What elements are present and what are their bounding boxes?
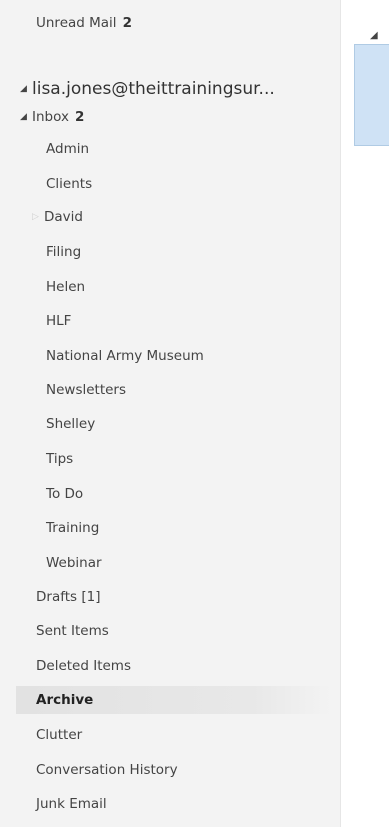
- sidebar-item-webinar[interactable]: Webinar: [0, 549, 340, 577]
- folder-label: Tips: [46, 451, 74, 467]
- folder-label: Junk Email: [36, 796, 107, 812]
- folder-label: Shelley: [46, 416, 96, 432]
- folder-label: HLF: [46, 313, 72, 329]
- expanded-triangle-icon[interactable]: ◢: [20, 84, 32, 94]
- unread-mail-label: Unread Mail: [36, 15, 117, 31]
- sidebar-item-training[interactable]: Training: [0, 514, 340, 542]
- folder-label: Sent Items: [36, 623, 109, 639]
- folder-label: Helen: [46, 279, 86, 295]
- expanded-triangle-icon[interactable]: ◢: [20, 112, 32, 122]
- sidebar-item-conversation-history[interactable]: Conversation History: [0, 756, 340, 784]
- account-header[interactable]: ◢ lisa.jones@theittrainingsur...: [0, 75, 340, 103]
- folder-label: Deleted Items: [36, 658, 131, 674]
- inbox-count: 2: [74, 109, 85, 125]
- sidebar-item-junk-email[interactable]: Junk Email: [0, 790, 340, 818]
- folder-label: Archive: [36, 692, 94, 708]
- sidebar-item-shelley[interactable]: Shelley: [0, 410, 340, 438]
- folder-pane: Unread Mail 2 ◢ lisa.jones@theittraining…: [0, 0, 341, 827]
- folder-label: Clutter: [36, 727, 83, 743]
- folder-label: National Army Museum: [46, 348, 204, 364]
- sidebar-item-helen[interactable]: Helen: [0, 273, 340, 301]
- folder-label: To Do: [46, 486, 84, 502]
- sidebar-item-newsletters[interactable]: Newsletters: [0, 376, 340, 404]
- folder-label: Drafts [1]: [36, 589, 101, 605]
- inbox-folder[interactable]: ◢ Inbox 2: [0, 103, 340, 131]
- sidebar-item-drafts[interactable]: Drafts [1]: [0, 583, 340, 611]
- folder-label: Webinar: [46, 555, 102, 571]
- folder-label: Training: [46, 520, 100, 536]
- sidebar-item-filing[interactable]: Filing: [0, 238, 340, 266]
- sidebar-item-national-army-museum[interactable]: National Army Museum: [0, 342, 340, 370]
- sidebar-item-admin[interactable]: Admin: [0, 135, 340, 163]
- sidebar-item-sent-items[interactable]: Sent Items: [0, 617, 340, 645]
- sidebar-item-to-do[interactable]: To Do: [0, 480, 340, 508]
- sidebar-item-deleted-items[interactable]: Deleted Items: [0, 652, 340, 680]
- folder-label: Newsletters: [46, 382, 127, 398]
- sidebar-item-clients[interactable]: Clients: [0, 170, 340, 198]
- sidebar-item-clutter[interactable]: Clutter: [0, 721, 340, 749]
- folder-label: Conversation History: [36, 762, 178, 778]
- expanded-triangle-icon[interactable]: ◢: [370, 30, 378, 41]
- folder-label: David: [44, 209, 83, 225]
- unread-mail-folder[interactable]: Unread Mail 2: [0, 9, 340, 37]
- inbox-label: Inbox: [32, 109, 69, 125]
- collapsed-triangle-icon[interactable]: ▷: [32, 212, 44, 222]
- account-label: lisa.jones@theittrainingsur...: [32, 79, 275, 99]
- folder-label: Filing: [46, 244, 82, 260]
- reading-pane-selection[interactable]: [354, 44, 389, 146]
- folder-label: Admin: [46, 141, 90, 157]
- sidebar-item-archive[interactable]: Archive: [16, 686, 331, 714]
- sidebar-item-hlf[interactable]: HLF: [0, 307, 340, 335]
- unread-mail-count: 2: [122, 15, 132, 31]
- sidebar-item-tips[interactable]: Tips: [0, 445, 340, 473]
- sidebar-item-david[interactable]: ▷ David: [0, 203, 340, 231]
- folder-label: Clients: [46, 176, 93, 192]
